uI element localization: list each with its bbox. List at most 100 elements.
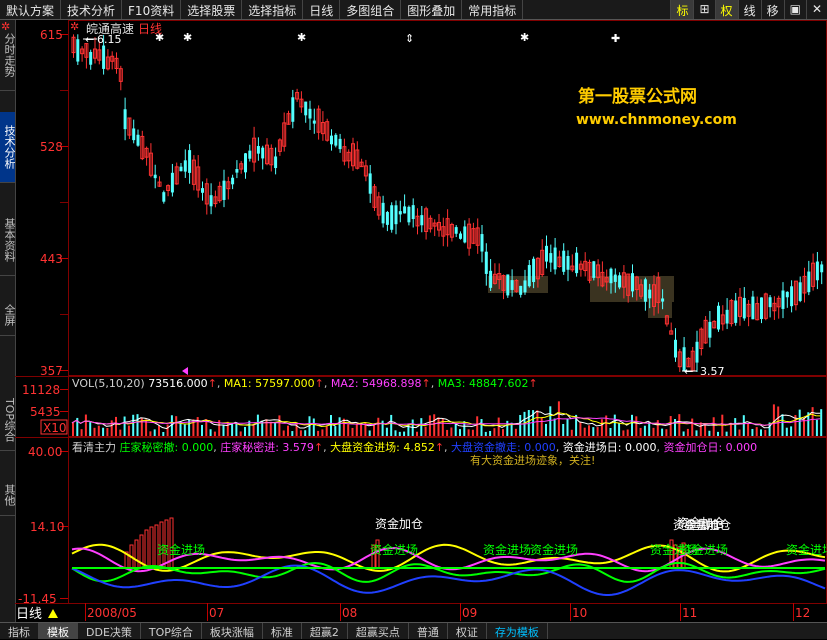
candle-body <box>244 153 247 173</box>
candle-body <box>89 51 93 65</box>
volume-value: 73516.000 <box>148 377 208 390</box>
tab-top[interactable]: TOP综合 <box>141 623 202 639</box>
volume-bar <box>209 429 212 436</box>
annotation-fund-in: 资金进场 <box>483 542 531 557</box>
volume-bar <box>635 416 638 436</box>
candle-body <box>562 250 566 272</box>
volume-bar <box>760 429 762 436</box>
tab-standard[interactable]: 标准 <box>263 623 302 639</box>
indicator-annotations: 资金进场 资金进场 资金进场 资金进场 资金进场 资金进场 资金进场 <box>157 542 827 557</box>
volume-bar <box>562 423 565 436</box>
candle-body <box>781 290 785 309</box>
candle-body <box>725 309 729 324</box>
volume-bar <box>403 431 406 436</box>
candle-body <box>459 233 462 239</box>
candle-body <box>760 297 763 320</box>
tab-normal[interactable]: 普通 <box>409 623 448 639</box>
volume-bar <box>665 429 668 436</box>
candle-body <box>398 211 402 215</box>
volume-bar <box>269 421 272 436</box>
tab-sector[interactable]: 板块涨幅 <box>202 623 263 639</box>
volume-bar <box>89 422 92 436</box>
candle-body <box>330 135 333 145</box>
volume-bar <box>153 429 156 436</box>
volume-bar <box>454 423 457 436</box>
volume-title: VOL(5,10,20) <box>72 377 145 390</box>
candle-body <box>820 264 824 273</box>
candle-body <box>394 205 398 225</box>
tab-indicator[interactable]: 指标 <box>0 623 39 639</box>
candle-body <box>734 300 738 323</box>
volume-bar <box>287 425 289 436</box>
tab-save-template[interactable]: 存为模板 <box>487 623 548 639</box>
candle-body <box>674 339 677 358</box>
tab-template[interactable]: 模板 <box>39 623 78 639</box>
volume-bar <box>751 428 754 436</box>
volume-bar <box>196 417 199 436</box>
candle-body <box>407 206 411 223</box>
price-tick-528: 528 <box>40 140 63 154</box>
candle-body <box>510 280 514 290</box>
volume-ma1: MA1: 57597.000 <box>223 377 315 390</box>
settings-gear-icon[interactable]: ✲ <box>70 20 79 33</box>
low-label: 3.57 <box>700 365 725 378</box>
volume-bar <box>738 429 741 436</box>
indicator-header: 看清主力 庄家秘密撤: 0.000, 庄家秘密进: 3.579↑, 大盘资金进场… <box>72 441 758 454</box>
volume-bar <box>514 428 517 436</box>
tab-chaoying2[interactable]: 超赢2 <box>302 623 348 639</box>
volume-header: VOL(5,10,20) 73516.000↑, MA1: 57597.000↑… <box>72 377 538 390</box>
volume-bar <box>162 431 165 436</box>
signal-star: ✱ <box>520 31 529 44</box>
volume-tick-mid: 5435 <box>30 405 61 419</box>
volume-bar <box>123 416 126 436</box>
price-axis: 615 528 443 357 <box>40 28 68 378</box>
volume-bar <box>213 431 216 436</box>
annotation-add-position: 资金加仓 <box>375 516 423 531</box>
candle-body <box>170 172 174 193</box>
volume-bar <box>639 427 642 436</box>
candle-body <box>815 261 819 281</box>
signal-markers: ✱ ✱ ✱ ⇕ ✱ ✚ <box>155 31 620 45</box>
volume-bar <box>674 419 676 436</box>
tab-dde[interactable]: DDE决策 <box>78 623 141 639</box>
volume-bar <box>256 414 259 436</box>
volume-bar <box>467 429 470 436</box>
volume-bar <box>643 425 646 436</box>
volume-bar <box>811 407 814 436</box>
volume-bar <box>626 429 629 436</box>
volume-bar <box>450 427 453 436</box>
annotation-fund-in: 资金进场 <box>157 542 205 557</box>
volume-bar <box>317 430 320 436</box>
volume-bar <box>132 414 135 436</box>
candle-body <box>523 280 527 293</box>
volume-bar <box>278 415 281 436</box>
period-triangle-icon <box>48 609 58 618</box>
candle-body <box>742 297 746 319</box>
candle-body <box>566 256 570 270</box>
tab-warrant[interactable]: 权证 <box>448 623 487 639</box>
candle-body <box>102 45 106 69</box>
volume-bar <box>502 429 504 436</box>
volume-bar <box>772 404 775 436</box>
volume-bar <box>519 414 522 436</box>
volume-bar <box>622 430 625 436</box>
volume-ma2: MA2: 54968.898 <box>330 377 422 390</box>
candle-body <box>381 202 385 224</box>
volume-bar <box>158 425 160 436</box>
candle-body <box>454 227 458 234</box>
signal-plus: ✚ <box>611 32 620 45</box>
indicator-bar <box>144 529 149 569</box>
candle-body <box>553 247 557 270</box>
candle-body <box>420 215 424 226</box>
candle-body <box>162 192 166 202</box>
volume-bar <box>222 424 225 436</box>
candle-body <box>785 291 789 298</box>
corner-gear-icon[interactable]: ✲ <box>1 20 10 33</box>
volume-bar <box>110 420 113 436</box>
volume-bar <box>471 429 474 436</box>
volume-bar <box>325 426 328 436</box>
candle-body <box>132 128 136 141</box>
indicator-axis: 40.00 14.10 -11.45 <box>18 445 68 606</box>
volume-bar <box>377 417 380 436</box>
tab-chaoying-buy[interactable]: 超赢买点 <box>348 623 409 639</box>
